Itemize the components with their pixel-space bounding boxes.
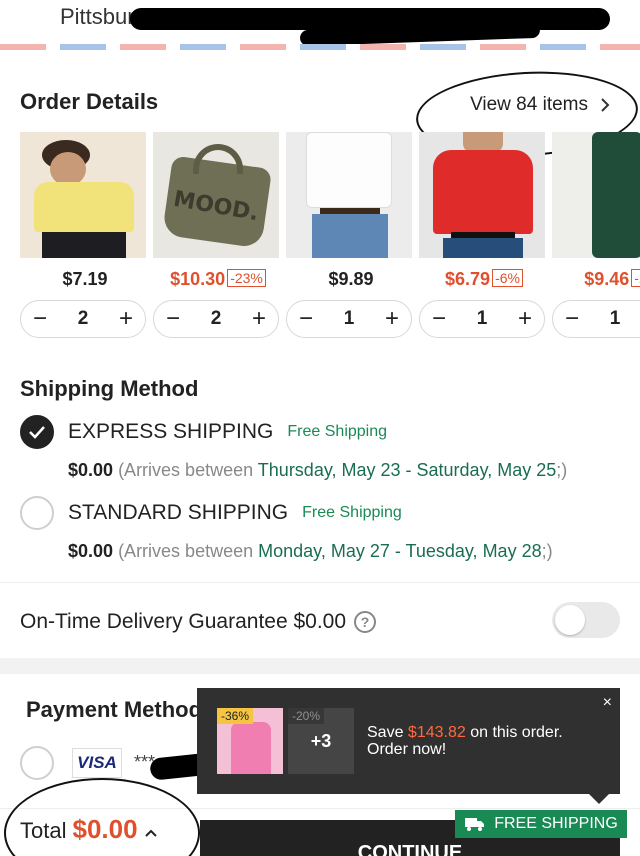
decrease-qty-button[interactable]: −	[428, 307, 450, 331]
on-time-delivery-row: On-Time Delivery Guarantee $0.00 ?	[20, 610, 377, 634]
payment-method-title: Payment Method	[26, 697, 203, 722]
popup-pointer	[589, 794, 609, 804]
discount-badge: -6%	[492, 269, 523, 287]
shipping-estimate: $0.00 (Arrives between Thursday, May 23 …	[68, 460, 568, 480]
close-icon[interactable]: ×	[603, 694, 612, 712]
increase-qty-button[interactable]: +	[514, 307, 536, 331]
quantity-stepper[interactable]: − 2 +	[20, 300, 146, 338]
annotation-circle	[4, 778, 200, 856]
section-gap	[0, 658, 640, 674]
section-divider	[0, 582, 640, 583]
radio-button[interactable]	[20, 415, 54, 449]
product-card[interactable]: $6.79 -6% − 1 +	[419, 132, 545, 338]
product-carousel[interactable]: $7.19 − 2 + MOOD. $10.30 -23% − 2 + $9.89…	[20, 132, 640, 347]
increase-qty-button[interactable]: +	[381, 307, 403, 331]
promo-cta[interactable]: Order now!	[367, 741, 563, 758]
free-shipping-label: FREE SHIPPING	[494, 815, 618, 832]
promo-message: Save $143.82 on this order. Order now!	[367, 724, 563, 758]
quantity-stepper[interactable]: − 1 +	[286, 300, 412, 338]
quantity-value: 1	[609, 308, 621, 329]
product-price: $9.46-2	[552, 269, 640, 290]
product-card[interactable]: $7.19 − 2 +	[20, 132, 146, 338]
product-image[interactable]	[20, 132, 146, 258]
shipping-option-name: STANDARD SHIPPING	[68, 501, 289, 524]
order-details-title: Order Details	[20, 89, 159, 114]
help-icon[interactable]: ?	[354, 611, 377, 633]
decrease-qty-button[interactable]: −	[162, 307, 184, 331]
quantity-stepper[interactable]: − 1 +	[419, 300, 545, 338]
payment-radio-button[interactable]	[20, 746, 54, 780]
shipping-option-standard[interactable]: STANDARD SHIPPING Free Shipping	[20, 496, 402, 530]
discount-badge: -23%	[227, 269, 266, 287]
toggle-knob	[555, 605, 585, 635]
on-time-delivery-toggle[interactable]	[552, 602, 620, 638]
decrease-qty-button[interactable]: −	[295, 307, 317, 331]
shipping-address-strip[interactable]: Pittsburgh PENNSYLVANIA United States	[0, 0, 640, 44]
product-image[interactable]: MOOD.	[153, 132, 279, 258]
quantity-value: 2	[77, 308, 89, 329]
shipping-estimate: $0.00 (Arrives between Monday, May 27 - …	[68, 541, 553, 561]
visa-card-icon: VISA	[72, 748, 122, 778]
truck-icon	[465, 818, 485, 831]
product-price: $7.19	[62, 269, 108, 289]
free-shipping-tag: Free Shipping	[287, 423, 388, 440]
quantity-value: 1	[476, 308, 488, 329]
quantity-value: 1	[343, 308, 355, 329]
promo-product-thumb[interactable]: -36%	[217, 708, 283, 774]
promo-discount-badge: -36%	[217, 708, 254, 724]
shipping-option-express[interactable]: EXPRESS SHIPPING Free Shipping	[20, 415, 387, 449]
product-price: $9.89	[328, 269, 374, 289]
checkmark-icon	[29, 426, 45, 439]
quantity-stepper[interactable]: − 2 +	[153, 300, 279, 338]
free-shipping-banner: FREE SHIPPING	[455, 810, 627, 838]
product-price: $10.30 -23%	[153, 269, 283, 290]
on-time-delivery-label: On-Time Delivery Guarantee $0.00	[20, 610, 347, 633]
product-price: $6.79 -6%	[419, 269, 549, 290]
quantity-value: 2	[210, 308, 222, 329]
shipping-method-title: Shipping Method	[20, 376, 199, 401]
product-image[interactable]	[419, 132, 545, 258]
quantity-stepper[interactable]: − 1 +	[552, 300, 640, 338]
free-shipping-tag: Free Shipping	[302, 504, 402, 521]
product-image[interactable]	[286, 132, 412, 258]
product-card[interactable]: $9.46-2 − 1 +	[552, 132, 640, 338]
radio-button[interactable]	[20, 496, 54, 530]
product-card[interactable]: $9.89 − 1 +	[286, 132, 412, 338]
more-items-count: +3	[288, 708, 354, 774]
shipping-option-name: EXPRESS SHIPPING	[68, 420, 274, 443]
promo-popup[interactable]: × -36% -20% +3 Save $143.82 on this orde…	[197, 688, 620, 794]
increase-qty-button[interactable]: +	[248, 307, 270, 331]
product-image[interactable]	[552, 132, 640, 258]
decrease-qty-button[interactable]: −	[29, 307, 51, 331]
promo-product-thumb[interactable]: -20% +3	[288, 708, 354, 774]
decrease-qty-button[interactable]: −	[561, 307, 583, 331]
discount-badge: -2	[631, 269, 640, 287]
product-card[interactable]: MOOD. $10.30 -23% − 2 +	[153, 132, 279, 338]
increase-qty-button[interactable]: +	[115, 307, 137, 331]
